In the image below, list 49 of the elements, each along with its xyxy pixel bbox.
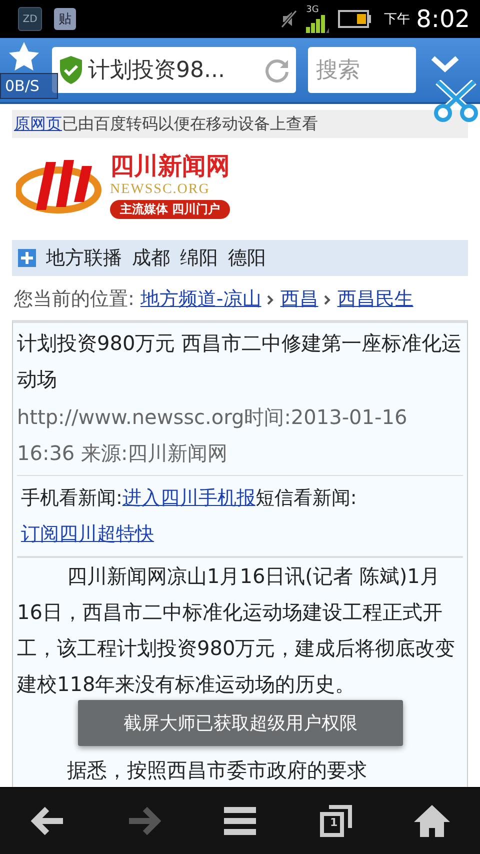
star-icon[interactable] xyxy=(8,41,40,71)
menu-icon xyxy=(224,807,256,835)
chevron-icon xyxy=(267,294,274,305)
notification-icon: ZD xyxy=(18,7,42,31)
home-icon xyxy=(413,804,451,838)
city-link[interactable]: 德阳 xyxy=(228,245,266,271)
breadcrumb-link[interactable]: 西昌民生 xyxy=(337,288,414,310)
transcode-notice: 原网页已由百度转码以便在移动设备上查看 xyxy=(12,110,468,138)
chevron-icon xyxy=(324,294,332,305)
traffic-speed: 0B/S xyxy=(0,73,58,99)
address-bar[interactable]: 计划投资98... xyxy=(52,47,296,93)
original-page-link[interactable]: 原网页 xyxy=(14,114,62,133)
city-link[interactable]: 绵阳 xyxy=(180,245,218,271)
section-label: 地方联播 xyxy=(46,246,122,271)
tabs-icon xyxy=(320,805,352,837)
right-arrow-icon xyxy=(127,806,161,836)
toast-message: 截屏大师已获取超级用户权限 xyxy=(78,700,403,746)
scissors-icon[interactable] xyxy=(432,80,480,122)
plus-icon[interactable] xyxy=(18,249,36,267)
left-arrow-icon xyxy=(31,806,65,836)
mobile-label: 短信看新闻: xyxy=(255,487,357,509)
signal-icon xyxy=(306,14,330,32)
mobile-link[interactable]: 订阅四川超特快 xyxy=(21,523,154,545)
logo-name: 四川新闻网 xyxy=(110,152,230,180)
breadcrumb-link[interactable]: 地方频道-凉山 xyxy=(140,288,262,310)
mute-icon xyxy=(280,9,298,29)
article-meta: http://www.newssc.org时间:2013-01-16 16:36 来源:四川新闻网 xyxy=(17,399,463,476)
logo-slogan: 主流媒体 四川门户 xyxy=(110,200,230,218)
tab-count: 1 xyxy=(330,816,338,829)
logo-domain: NEWSSC.ORG xyxy=(110,182,210,198)
chevron-down-icon[interactable] xyxy=(430,54,460,74)
tabs-button[interactable]: 1 xyxy=(306,796,366,846)
clock-period: 下午 xyxy=(384,11,410,28)
battery-icon xyxy=(338,10,372,28)
article-paragraph: 四川新闻网凉山1月16日讯(记者 陈斌)1月16日，西昌市二中标准化运动场建设工程正式开工，该工程计划投资980万元，建成后将彻底改变建校118年来没有标准运动场的历史。 xyxy=(17,563,456,698)
search-field[interactable]: 搜索 xyxy=(308,47,416,93)
location-label: 您当前的位置: xyxy=(14,288,134,310)
city-link[interactable]: 成都 xyxy=(132,245,170,271)
page-title: 计划投资98... xyxy=(88,57,226,85)
network-type: 3G xyxy=(306,6,319,14)
clock-time: 8:02 xyxy=(416,5,470,33)
notification-icon: 贴 xyxy=(54,8,76,30)
mobile-link[interactable]: 进入四川手机报 xyxy=(122,487,256,509)
shield-icon xyxy=(58,55,84,85)
refresh-icon[interactable] xyxy=(264,57,290,83)
mobile-label: 手机看新闻: xyxy=(21,487,122,509)
article-title: 计划投资980万元 西昌市二中修建第一座标准化运动场 xyxy=(17,330,463,393)
article-paragraph: 据悉，按照西昌市委市政府的要求 xyxy=(66,757,368,784)
breadcrumb-link[interactable]: 西昌 xyxy=(280,288,318,310)
